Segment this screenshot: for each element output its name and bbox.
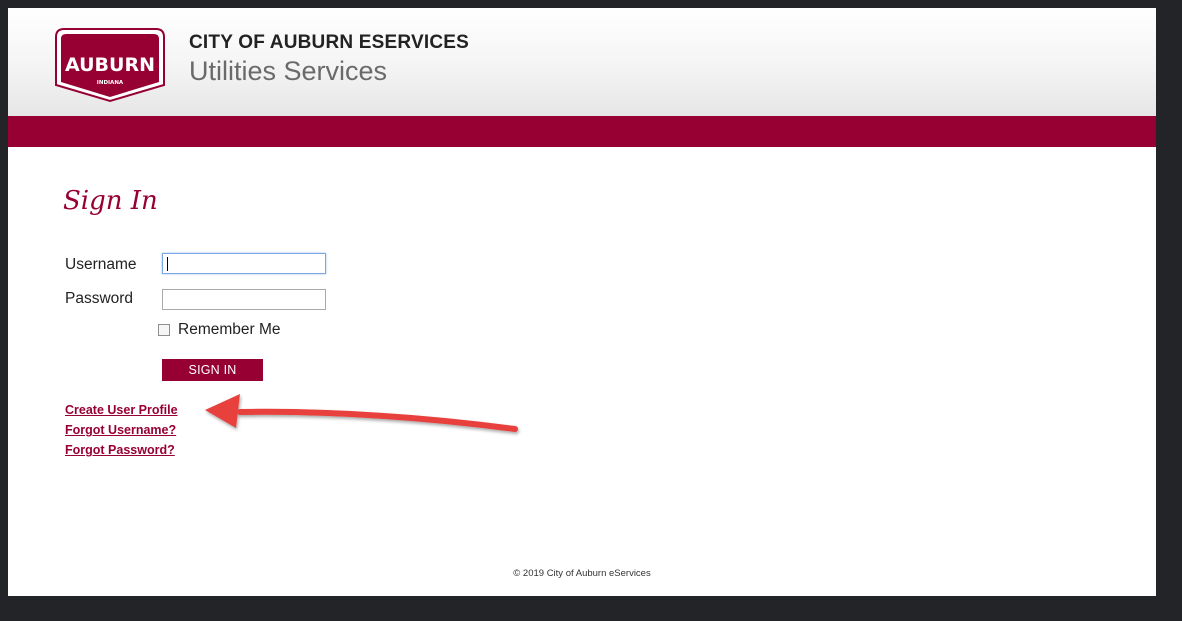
password-label: Password	[65, 290, 134, 307]
forgot-username-link[interactable]: Forgot Username?	[65, 423, 176, 437]
footer-copyright: © 2019 City of Auburn eServices	[513, 568, 651, 579]
logo-subtext: INDIANA	[97, 80, 124, 86]
create-user-profile-link[interactable]: Create User Profile	[65, 403, 178, 417]
auburn-logo[interactable]: AUBURN INDIANA	[54, 27, 166, 103]
remember-me-checkbox[interactable]	[158, 324, 170, 336]
sign-in-heading: Sign In	[63, 186, 158, 216]
remember-me-option[interactable]: Remember Me	[158, 321, 281, 339]
username-input[interactable]	[162, 253, 326, 274]
auburn-logo-badge-icon: AUBURN INDIANA	[55, 28, 165, 103]
text-caret	[167, 257, 168, 271]
username-label: Username	[65, 256, 137, 273]
sign-in-button[interactable]: SIGN IN	[162, 359, 263, 381]
page: AUBURN INDIANA CITY OF AUBURN ESERVICES …	[8, 8, 1156, 596]
password-input[interactable]	[162, 289, 326, 310]
site-subtitle: Utilities Services	[189, 56, 388, 86]
header-band	[8, 116, 1156, 147]
remember-me-label[interactable]: Remember Me	[178, 321, 281, 339]
forgot-password-link[interactable]: Forgot Password?	[65, 443, 175, 457]
site-title: CITY OF AUBURN ESERVICES	[189, 32, 469, 53]
site-header: AUBURN INDIANA CITY OF AUBURN ESERVICES …	[8, 8, 1156, 116]
logo-text: AUBURN	[65, 54, 155, 76]
